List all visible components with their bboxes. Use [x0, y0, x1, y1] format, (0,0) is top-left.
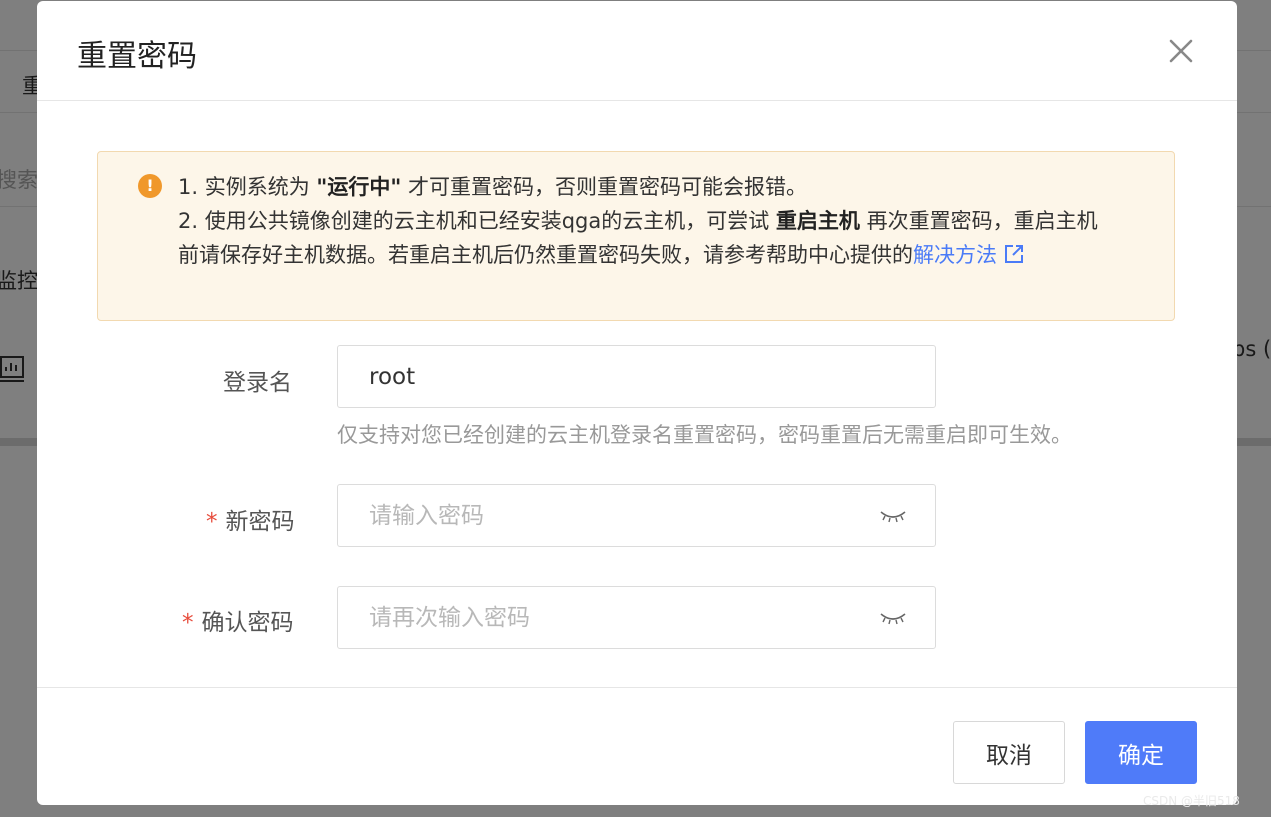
exclamation-icon: ! — [138, 174, 162, 198]
login-name-label: 登录名 — [223, 370, 292, 396]
confirm-password-input[interactable] — [337, 586, 936, 649]
new-password-label: * 新密码 — [206, 509, 295, 535]
alert-line-2: 2. 使用公共镜像创建的云主机和已经安装qga的云主机，可尝试 重启主机 再次重… — [178, 209, 1098, 267]
solution-link[interactable]: 解决方法 — [913, 243, 1025, 267]
confirm-button[interactable]: 确定 — [1085, 721, 1197, 784]
login-name-hint: 仅支持对您已经创建的云主机登录名重置密码，密码重置后无需重启即可生效。 — [337, 423, 1072, 447]
confirm-password-label: * 确认密码 — [182, 610, 294, 636]
eye-closed-icon[interactable] — [879, 611, 907, 625]
close-icon[interactable] — [1167, 37, 1195, 65]
required-mark: * — [182, 610, 194, 636]
required-mark: * — [206, 509, 218, 535]
restart-host-text: 重启主机 — [775, 209, 860, 233]
cancel-button[interactable]: 取消 — [953, 721, 1065, 784]
status-running-text: "运行中" — [316, 175, 402, 199]
eye-closed-icon[interactable] — [879, 509, 907, 523]
warning-alert: ! 1. 实例系统为 "运行中" 才可重置密码，否则重置密码可能会报错。 2. … — [97, 151, 1175, 321]
alert-text: 1. 实例系统为 "运行中" 才可重置密码，否则重置密码可能会报错。 2. 使用… — [178, 170, 1108, 272]
alert-line-1: 1. 实例系统为 "运行中" 才可重置密码，否则重置密码可能会报错。 — [178, 175, 807, 199]
reset-password-dialog: 重置密码 ! 1. 实例系统为 "运行中" 才可重置密码，否则重置密码可能会报错… — [37, 1, 1237, 805]
dialog-title: 重置密码 — [77, 39, 197, 74]
external-link-icon — [1005, 245, 1023, 263]
login-name-input[interactable] — [337, 345, 936, 408]
dialog-header: 重置密码 — [37, 1, 1237, 101]
dialog-footer: 取消 确定 — [37, 687, 1237, 805]
watermark: CSDN @半旧518 — [1143, 794, 1240, 808]
new-password-input[interactable] — [337, 484, 936, 547]
